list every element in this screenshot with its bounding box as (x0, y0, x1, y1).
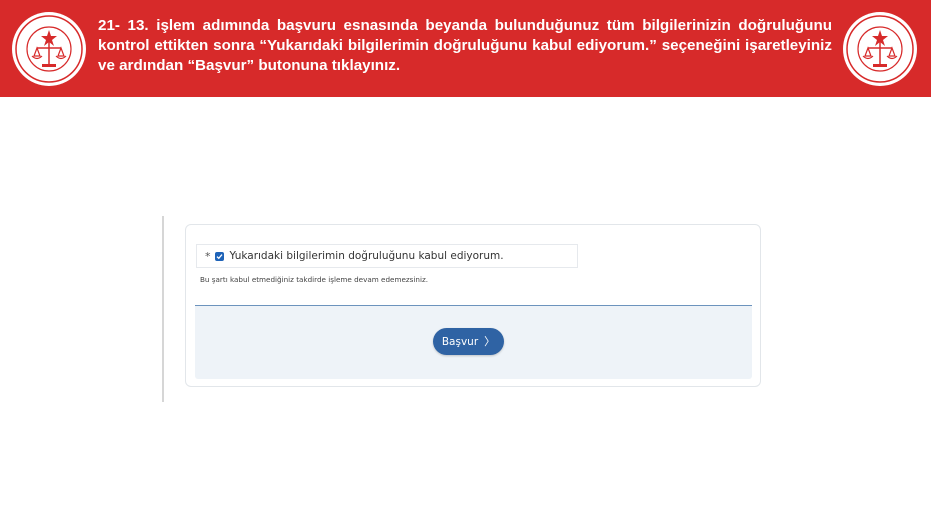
consent-checkbox-label[interactable]: Yukarıdaki bilgilerimin doğruluğunu kabu… (230, 250, 504, 262)
instruction-banner: 21- 13. işlem adımında başvuru esnasında… (0, 0, 931, 97)
apply-button-label: Başvur (441, 335, 479, 348)
content-divider (162, 216, 164, 402)
check-icon (216, 253, 222, 259)
form-footer: Başvur 〉 (195, 305, 752, 379)
required-marker: * (205, 249, 211, 263)
consent-checkbox-row[interactable]: * Yukarıdaki bilgilerimin doğruluğunu ka… (196, 244, 578, 268)
consent-hint-text: Bu şartı kabul etmediğiniz takdirde işle… (200, 275, 428, 284)
ministry-seal-icon (12, 12, 86, 86)
instruction-text: 21- 13. işlem adımında başvuru esnasında… (98, 17, 832, 74)
apply-button[interactable]: Başvur 〉 (433, 328, 504, 355)
ministry-seal-icon (843, 12, 917, 86)
consent-checkbox[interactable] (214, 251, 224, 261)
chevron-right-icon: 〉 (484, 335, 496, 348)
consent-form-card: * Yukarıdaki bilgilerimin doğruluğunu ka… (185, 224, 761, 387)
